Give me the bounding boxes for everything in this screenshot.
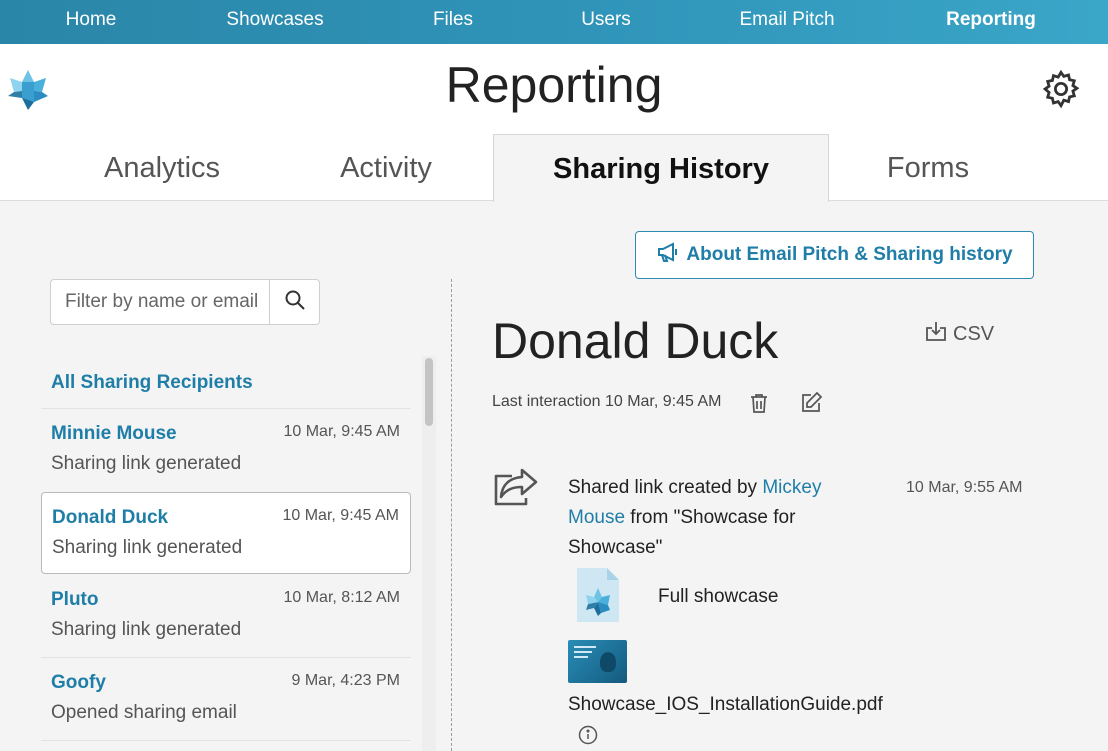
page-header: Reporting Analytics Activity Sharing His… — [0, 44, 1108, 202]
megaphone-icon — [656, 241, 680, 269]
list-scrollbar-thumb[interactable] — [425, 358, 433, 426]
tab-forms[interactable]: Forms — [887, 134, 969, 201]
nav-showcases[interactable]: Showcases — [226, 0, 323, 40]
list-divider — [41, 740, 411, 741]
recipient-time: 10 Mar, 8:12 AM — [283, 589, 400, 606]
tab-sharing-history[interactable]: Sharing History — [493, 134, 829, 202]
recipient-item[interactable]: Minnie Mouse 10 Mar, 9:45 AM Sharing lin… — [41, 409, 411, 491]
edit-icon[interactable] — [799, 391, 823, 415]
info-icon[interactable] — [578, 725, 598, 745]
recipient-status: Sharing link generated — [52, 537, 243, 558]
csv-label: CSV — [953, 322, 995, 345]
recipient-item[interactable]: Goofy 9 Mar, 4:23 PM Opened sharing emai… — [41, 658, 411, 740]
last-interaction-text: Last interaction 10 Mar, 9:45 AM — [492, 393, 722, 410]
recipient-time: 10 Mar, 9:45 AM — [282, 507, 399, 524]
recipient-time: 9 Mar, 4:23 PM — [291, 672, 401, 689]
download-icon — [924, 320, 948, 348]
pdf-thumbnail[interactable] — [568, 640, 627, 683]
nav-home[interactable]: Home — [66, 0, 117, 40]
nav-users[interactable]: Users — [581, 0, 631, 40]
recipient-status: Sharing link generated — [51, 453, 242, 474]
recipient-status: Sharing link generated — [51, 619, 242, 640]
filter-input[interactable] — [51, 280, 269, 324]
recipient-status: Opened sharing email — [51, 702, 237, 723]
nav-files[interactable]: Files — [433, 0, 473, 40]
share-icon — [492, 466, 540, 508]
recipient-item-selected[interactable]: Donald Duck 10 Mar, 9:45 AM Sharing link… — [41, 492, 411, 574]
event-prefix: Shared link created by — [568, 477, 763, 498]
top-nav: Home Showcases Files Users Email Pitch R… — [0, 0, 1108, 44]
search-icon — [284, 289, 306, 316]
tab-activity[interactable]: Activity — [340, 134, 432, 201]
search-button[interactable] — [269, 280, 319, 324]
recipient-detail-name: Donald Duck — [492, 313, 779, 369]
panel-divider — [451, 279, 452, 751]
nav-reporting[interactable]: Reporting — [946, 0, 1036, 40]
recipient-name: Minnie Mouse — [51, 423, 177, 444]
page-title: Reporting — [445, 57, 663, 113]
gear-icon[interactable] — [1040, 68, 1082, 110]
all-sharing-recipients-link[interactable]: All Sharing Recipients — [51, 372, 253, 394]
recipient-item[interactable]: Pluto 10 Mar, 8:12 AM Sharing link gener… — [41, 575, 411, 657]
event-time: 10 Mar, 9:55 AM — [906, 479, 1023, 496]
tab-analytics[interactable]: Analytics — [104, 134, 220, 201]
showcase-document-icon[interactable] — [575, 566, 621, 624]
about-email-pitch-button[interactable]: About Email Pitch & Sharing history — [635, 231, 1034, 279]
trash-icon[interactable] — [748, 392, 770, 414]
csv-export-button[interactable]: CSV — [924, 320, 994, 348]
recipient-name: Donald Duck — [52, 507, 169, 528]
pdf-file-link[interactable]: Showcase_IOS_InstallationGuide.pdf — [568, 694, 883, 716]
share-event-description: Shared link created by Mickey Mouse from… — [568, 473, 878, 563]
recipient-time: 10 Mar, 9:45 AM — [283, 423, 400, 440]
full-showcase-link[interactable]: Full showcase — [658, 586, 778, 608]
about-button-label: About Email Pitch & Sharing history — [686, 244, 1013, 265]
recipient-name: Pluto — [51, 589, 99, 610]
nav-email-pitch[interactable]: Email Pitch — [739, 0, 834, 40]
filter-box — [50, 279, 320, 325]
recipient-name: Goofy — [51, 672, 106, 693]
